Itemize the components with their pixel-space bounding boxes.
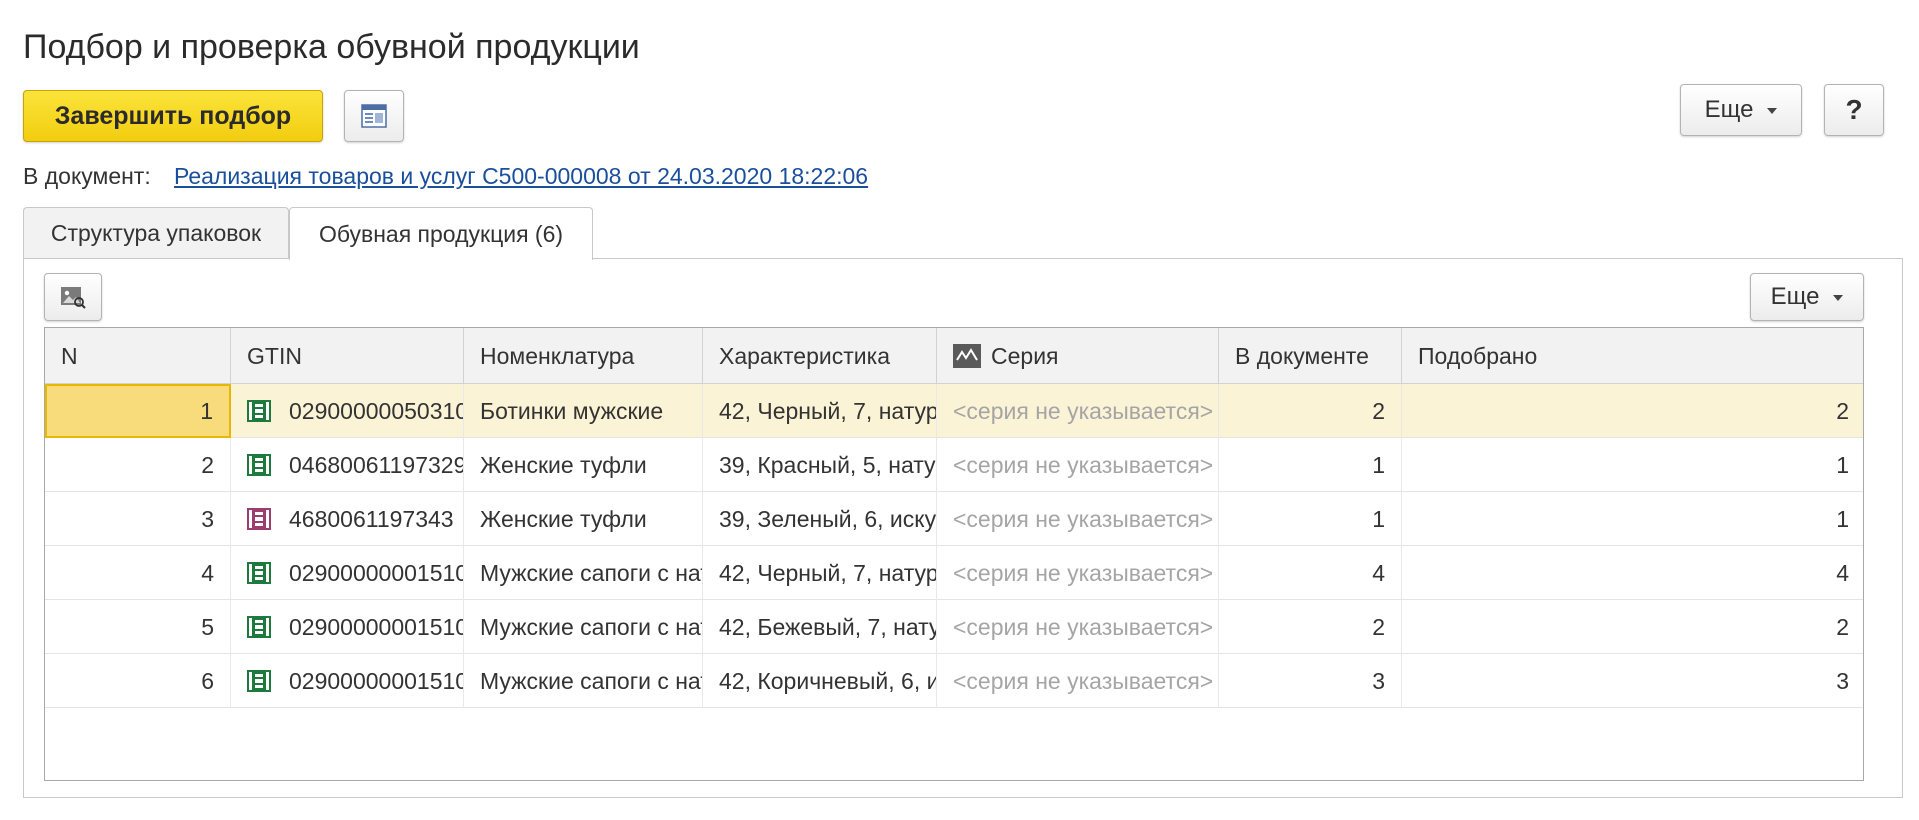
- gtin-value: 02900000001510: [289, 613, 464, 640]
- cell-characteristic[interactable]: 42, Бежевый, 7, натур...: [703, 600, 937, 654]
- cell-picked[interactable]: 1: [1402, 492, 1863, 546]
- image-search-icon: [61, 287, 86, 309]
- cell-in-document[interactable]: 4: [1219, 546, 1402, 600]
- report-button[interactable]: [344, 90, 404, 142]
- cell-nomenclature[interactable]: Мужские сапоги с нат...: [464, 600, 703, 654]
- gtin-value: 02900000001510: [289, 559, 464, 586]
- gtin-value: 02900000001510: [289, 667, 464, 694]
- table-row[interactable]: 3 4680061197343 Женские туфли 39, Зеленый, …: [45, 492, 1863, 546]
- barcode-icon: [247, 561, 271, 585]
- cell-n[interactable]: 5: [45, 600, 231, 654]
- page-title: Подбор и проверка обувной продукции: [23, 28, 640, 66]
- cell-n[interactable]: 3: [45, 492, 231, 546]
- cell-series[interactable]: <серия не указывается>: [937, 600, 1219, 654]
- column-header-picked[interactable]: Подобрано: [1402, 328, 1863, 384]
- cell-characteristic[interactable]: 42, Черный, 7, натура...: [703, 546, 937, 600]
- cell-gtin[interactable]: 4680061197343: [231, 492, 464, 546]
- help-button[interactable]: ?: [1824, 84, 1884, 136]
- cell-in-document[interactable]: 3: [1219, 654, 1402, 708]
- cell-series[interactable]: <серия не указывается>: [937, 438, 1219, 492]
- column-header-nomenclature[interactable]: Номенклатура: [464, 328, 703, 384]
- cell-n[interactable]: 6: [45, 654, 231, 708]
- table-row[interactable]: 1 02900000050310 Ботинки мужские 42, Черный…: [45, 384, 1863, 438]
- more-menu-button[interactable]: Еще: [1680, 84, 1802, 136]
- cell-in-document[interactable]: 1: [1219, 492, 1402, 546]
- table-row[interactable]: 4 02900000001510 Мужские сапоги с нат... 42…: [45, 546, 1863, 600]
- column-header-series[interactable]: Серия: [937, 328, 1219, 384]
- cell-in-document[interactable]: 2: [1219, 384, 1402, 438]
- barcode-icon: [247, 399, 271, 423]
- cell-picked[interactable]: 3: [1402, 654, 1863, 708]
- column-header-series-label: Серия: [991, 342, 1059, 369]
- column-header-n[interactable]: N: [45, 328, 231, 384]
- cell-in-document[interactable]: 1: [1219, 438, 1402, 492]
- tab-footwear-products[interactable]: Обувная продукция (6): [289, 207, 593, 260]
- cell-picked[interactable]: 4: [1402, 546, 1863, 600]
- more-menu-label: Еще: [1704, 96, 1754, 123]
- panel-more-menu-button[interactable]: Еще: [1750, 273, 1864, 321]
- barcode-icon: [247, 669, 271, 693]
- table-header: N GTIN Номенклатура Характеристика Серия…: [45, 328, 1863, 384]
- document-label: В документ:: [23, 163, 151, 189]
- cell-nomenclature[interactable]: Женские туфли: [464, 492, 703, 546]
- chevron-down-icon: [1767, 108, 1778, 114]
- footwear-panel: Еще N GTIN Номенклатура Характеристика С…: [23, 258, 1903, 798]
- panel-more-label: Еще: [1770, 283, 1820, 310]
- cell-in-document[interactable]: 2: [1219, 600, 1402, 654]
- image-search-button[interactable]: [44, 273, 102, 321]
- cell-characteristic[interactable]: 39, Зеленый, 6, искус...: [703, 492, 937, 546]
- tab-packaging-structure[interactable]: Структура упаковок: [23, 207, 289, 259]
- cell-gtin[interactable]: 02900000001510: [231, 600, 464, 654]
- table-row[interactable]: 2 04680061197329 Женские туфли 39, Красный,…: [45, 438, 1863, 492]
- cell-series[interactable]: <серия не указывается>: [937, 384, 1219, 438]
- barcode-icon: [247, 507, 271, 531]
- gtin-value: 02900000050310: [289, 397, 464, 424]
- column-header-characteristic[interactable]: Характеристика: [703, 328, 937, 384]
- cell-n[interactable]: 4: [45, 546, 231, 600]
- cell-series[interactable]: <серия не указывается>: [937, 546, 1219, 600]
- chevron-down-icon: [1833, 295, 1844, 301]
- cell-gtin[interactable]: 04680061197329: [231, 438, 464, 492]
- document-link[interactable]: Реализация товаров и услуг С500-000008 о…: [174, 163, 868, 190]
- cell-picked[interactable]: 2: [1402, 384, 1863, 438]
- column-header-in-document[interactable]: В документе: [1219, 328, 1402, 384]
- cell-characteristic[interactable]: 39, Красный, 5, натур...: [703, 438, 937, 492]
- barcode-icon: [247, 453, 271, 477]
- cell-n[interactable]: 2: [45, 438, 231, 492]
- report-icon: [361, 104, 387, 128]
- cell-gtin[interactable]: 02900000050310: [231, 384, 464, 438]
- cell-characteristic[interactable]: 42, Черный, 7, натура...: [703, 384, 937, 438]
- footwear-table[interactable]: N GTIN Номенклатура Характеристика Серия…: [44, 327, 1864, 781]
- cell-nomenclature[interactable]: Мужские сапоги с нат...: [464, 654, 703, 708]
- table-row[interactable]: 6 02900000001510 Мужские сапоги с нат... 42…: [45, 654, 1863, 708]
- cell-series[interactable]: <серия не указывается>: [937, 654, 1219, 708]
- cell-series[interactable]: <серия не указывается>: [937, 492, 1219, 546]
- series-icon: [953, 344, 981, 368]
- cell-characteristic[interactable]: 42, Коричневый, 6, ис...: [703, 654, 937, 708]
- gtin-value: 4680061197343: [289, 505, 454, 532]
- cell-n[interactable]: 1: [45, 384, 231, 438]
- gtin-value: 04680061197329: [289, 451, 464, 478]
- cell-gtin[interactable]: 02900000001510: [231, 546, 464, 600]
- cell-picked[interactable]: 2: [1402, 600, 1863, 654]
- cell-nomenclature[interactable]: Мужские сапоги с нат...: [464, 546, 703, 600]
- cell-nomenclature[interactable]: Женские туфли: [464, 438, 703, 492]
- column-header-gtin[interactable]: GTIN: [231, 328, 464, 384]
- finish-selection-button[interactable]: Завершить подбор: [23, 90, 323, 142]
- cell-nomenclature[interactable]: Ботинки мужские: [464, 384, 703, 438]
- cell-picked[interactable]: 1: [1402, 438, 1863, 492]
- barcode-icon: [247, 615, 271, 639]
- cell-gtin[interactable]: 02900000001510: [231, 654, 464, 708]
- table-row[interactable]: 5 02900000001510 Мужские сапоги с нат... 42…: [45, 600, 1863, 654]
